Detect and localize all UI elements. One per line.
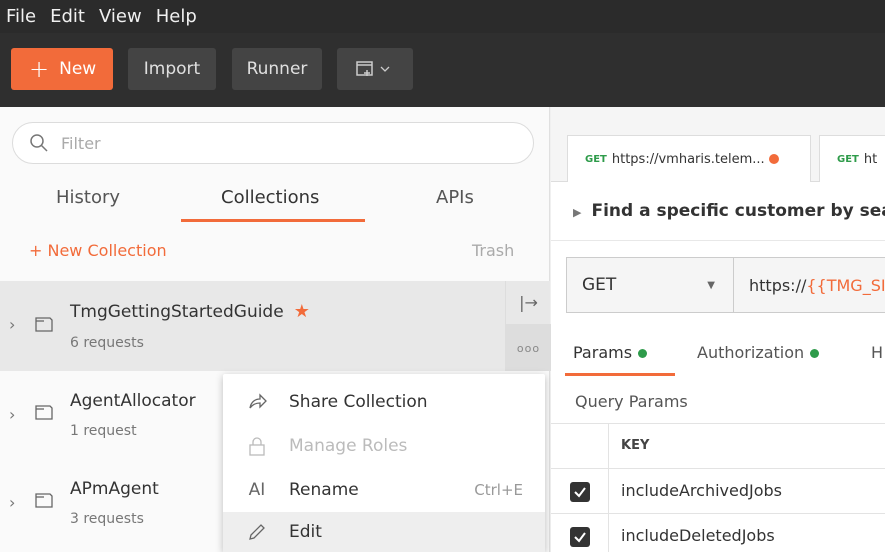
method-badge: GET: [585, 153, 607, 165]
plus-icon: +: [29, 55, 50, 83]
active-tab-indicator: [181, 219, 365, 222]
triangle-right-icon[interactable]: ▶: [573, 206, 581, 219]
param-key[interactable]: includeArchivedJobs: [621, 481, 782, 500]
tab-collections[interactable]: Collections: [221, 187, 319, 208]
rename-label: Rename: [289, 480, 359, 500]
table-row: includeArchivedJobs: [551, 468, 885, 514]
key-column-header: KEY: [621, 438, 650, 453]
checkbox-cell: [551, 514, 609, 552]
param-key[interactable]: includeDeletedJobs: [621, 526, 775, 545]
checkbox-checked[interactable]: [569, 481, 590, 502]
collection-item[interactable]: › TmgGettingStartedGuide ★ 6 requests |→ …: [0, 281, 551, 371]
rename-shortcut: Ctrl+E: [474, 481, 523, 499]
collection-name: TmgGettingStartedGuide ★: [70, 301, 310, 322]
url-prefix: https://: [749, 275, 807, 295]
checkmark-icon: [573, 486, 586, 498]
pencil-icon: [245, 520, 269, 544]
rename-icon: AI: [248, 480, 266, 500]
collection-count: 3 requests: [70, 511, 144, 527]
search-icon: [30, 134, 48, 152]
menu-view[interactable]: View: [99, 6, 142, 27]
request-panel: GET https://vmharis.telem... GET ht ▶ Fin…: [551, 107, 885, 552]
chevron-right-icon[interactable]: ›: [9, 405, 15, 424]
filter-input[interactable]: [61, 133, 461, 153]
collection-name: AgentAllocator: [70, 391, 196, 411]
share-collection-label: Share Collection: [289, 392, 428, 412]
sidebar-tabs: History Collections APIs: [0, 179, 550, 225]
tab-params-label: Params: [573, 343, 633, 362]
request-name-text: Find a specific customer by sear: [591, 201, 885, 221]
checkmark-icon: [573, 531, 586, 543]
runner-button[interactable]: Runner: [232, 48, 322, 90]
expand-panel-icon[interactable]: |→: [506, 281, 551, 325]
folder-icon: [35, 493, 53, 508]
collection-count: 1 request: [70, 423, 137, 439]
checkbox-cell: [551, 469, 609, 514]
method-badge: GET: [837, 153, 859, 165]
more-options-icon[interactable]: ooo: [506, 325, 551, 371]
menu-edit[interactable]: Edit: [50, 6, 85, 27]
method-select[interactable]: GET ▼: [566, 257, 734, 313]
manage-roles-item[interactable]: Manage Roles: [223, 424, 545, 468]
tab-history[interactable]: History: [56, 187, 120, 208]
star-icon[interactable]: ★: [294, 301, 310, 322]
caret-down-icon: ▼: [707, 279, 715, 291]
share-icon: [245, 390, 269, 414]
unsaved-dot-icon: [768, 154, 779, 164]
checkbox-checked[interactable]: [569, 526, 590, 547]
chevron-down-icon: [380, 66, 390, 72]
chevron-right-icon[interactable]: ›: [9, 315, 15, 334]
menu-help[interactable]: Help: [156, 6, 197, 27]
collection-context-menu: Share Collection Manage Roles AI Rename …: [223, 374, 545, 552]
menu-file[interactable]: File: [6, 6, 36, 27]
checkbox-header-cell: [551, 424, 609, 469]
collection-actions: |→ ooo: [505, 281, 551, 371]
folder-icon: [35, 405, 53, 420]
lock-icon: [245, 434, 269, 458]
status-dot-icon: [638, 349, 648, 358]
method-value: GET: [582, 275, 617, 295]
filter-box: [12, 122, 534, 164]
new-button-label: New: [59, 59, 97, 79]
request-tabs: GET https://vmharis.telem... GET ht: [551, 107, 885, 182]
table-header-row: KEY: [551, 423, 885, 469]
active-tab-indicator: [565, 373, 675, 376]
tab-authorization[interactable]: Authorization: [697, 343, 820, 362]
new-window-icon: [356, 61, 373, 76]
new-window-button[interactable]: [337, 48, 413, 90]
manage-roles-label: Manage Roles: [289, 436, 408, 456]
divider: [551, 240, 885, 241]
tab-apis[interactable]: APIs: [436, 187, 474, 208]
url-input[interactable]: https://{{TMG_SIT: [734, 257, 885, 313]
toolbar: + New Import Runner: [0, 33, 885, 107]
collection-name-text: TmgGettingStartedGuide: [70, 302, 284, 322]
folder-icon: [35, 317, 53, 332]
collection-name: APmAgent: [70, 479, 159, 499]
query-params-label: Query Params: [575, 392, 688, 411]
request-tab-label: https://vmharis.telem...: [611, 151, 765, 167]
tab-authorization-label: Authorization: [697, 343, 805, 362]
edit-label: Edit: [289, 522, 322, 542]
request-tab[interactable]: GET https://vmharis.telem...: [567, 135, 811, 182]
table-row: includeDeletedJobs: [551, 513, 885, 552]
import-button[interactable]: Import: [128, 48, 216, 90]
status-dot-icon: [810, 349, 820, 358]
request-name[interactable]: ▶ Find a specific customer by sear: [573, 201, 885, 221]
tab-headers[interactable]: H: [871, 343, 883, 362]
trash-link[interactable]: Trash: [472, 241, 514, 260]
rename-item[interactable]: AI Rename Ctrl+E: [223, 468, 545, 512]
request-tab-label: ht: [863, 151, 878, 167]
url-variable: {{TMG_SIT: [806, 275, 885, 295]
chevron-right-icon[interactable]: ›: [9, 493, 15, 512]
new-button[interactable]: + New: [11, 48, 113, 90]
tab-params[interactable]: Params: [573, 343, 648, 362]
menu-bar: File Edit View Help: [0, 0, 885, 33]
edit-item[interactable]: Edit: [223, 512, 545, 552]
collection-count: 6 requests: [70, 335, 144, 351]
share-collection-item[interactable]: Share Collection: [223, 380, 545, 424]
new-collection-button[interactable]: + New Collection: [29, 241, 167, 260]
request-tab[interactable]: GET ht: [819, 135, 885, 182]
